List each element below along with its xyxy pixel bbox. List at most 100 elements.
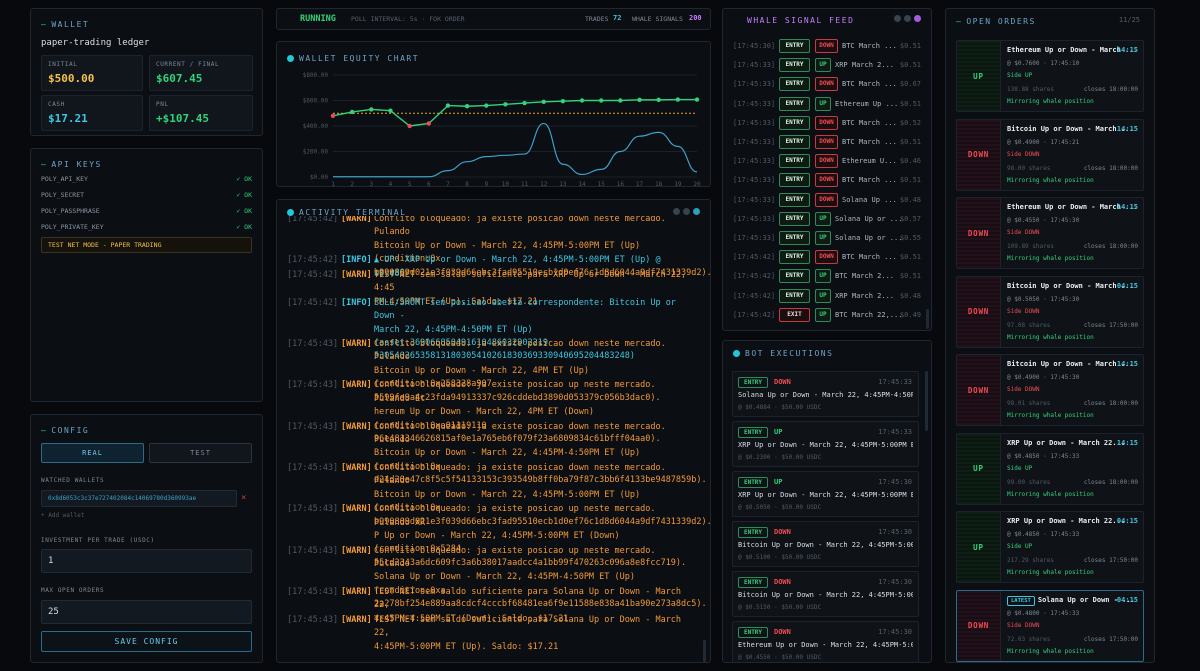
bot-execution-list[interactable]: ENTRY DOWN 17:45:33 Solana Up or Down - Mar…: [723, 371, 931, 662]
signal-side-badge: UP: [815, 96, 831, 111]
whale-signal-row[interactable]: [17:45:33] ENTRY UP Solana Up or ... $0.55: [731, 229, 921, 248]
whale-signal-row[interactable]: [17:45:33] ENTRY DOWN Ethereum U... $0.46: [731, 152, 921, 171]
whale-feed-title: WHALE SIGNAL FEED: [747, 16, 855, 25]
log-line: [17:45:42] [WARN] Conflito bloqueado: ja e…: [287, 216, 710, 278]
open-order-card[interactable]: DOWN Bitcoin Up or Down - March ... 14:15 @…: [956, 354, 1144, 426]
signal-side-badge: DOWN: [815, 135, 838, 149]
equity-point: [694, 97, 700, 102]
equity-chart: $0.00$200.00$400.00$600.00$800.001 2 3 4 5 6 7…: [303, 72, 701, 187]
whale-signal-row[interactable]: [17:45:33] ENTRY DOWN BTC March ... $0.52: [731, 114, 921, 133]
order-closes: closes 18:00:00: [1083, 164, 1138, 172]
log-level: [WARN]: [341, 586, 372, 597]
open-orders-list[interactable]: UP Ethereum Up or Down - March ... 14:15 @ …: [946, 40, 1154, 662]
signal-market: Solana Up or ...: [835, 234, 903, 242]
open-order-card[interactable]: DOWN Bitcoin Up or Down - March ... 14:15 @…: [956, 118, 1144, 191]
open-order-card[interactable]: DOWN Ethereum Up or Down - March ... 14:15…: [956, 197, 1144, 269]
log-level: [INFO]: [341, 255, 372, 266]
whale-signal-row[interactable]: [17:45:33] ENTRY DOWN BTC March ... $0.67: [731, 75, 921, 94]
order-mirror-note: Mirroring whale position: [1007, 98, 1094, 105]
execution-time: 17:45:30: [878, 478, 912, 486]
whale-signal-row[interactable]: [17:45:33] ENTRY UP Solana Up or ... $0.57: [731, 210, 921, 229]
save-config-button[interactable]: SAVE CONFIG: [41, 631, 252, 652]
order-time: 14:15: [1116, 360, 1138, 368]
x-tick-label: 7: [446, 181, 450, 187]
signal-side-badge: UP: [815, 307, 831, 322]
investment-input[interactable]: 1: [41, 549, 252, 573]
log-line: [17:45:43] [WARN] Conflito bloqueado: ja e…: [287, 338, 692, 403]
log-line: [17:45:43] [WARN] Conflito bloqueado: ja e…: [287, 379, 692, 444]
signal-price: $0.51: [899, 61, 921, 70]
signal-timestamp: [17:45:42]: [733, 272, 776, 281]
equity-point: [637, 97, 642, 103]
execution-detail: @ $0.4550 · $50.00 USDC: [738, 654, 822, 661]
api-key-row: POLY_SECRET ✓ OK: [41, 191, 252, 199]
signal-market: BTC March ...: [842, 42, 897, 50]
open-order-card[interactable]: UP Ethereum Up or Down - March ... 14:15 @ …: [956, 40, 1144, 112]
log-timestamp: [17:45:42]: [287, 255, 339, 266]
remove-wallet-icon[interactable]: ×: [241, 493, 246, 503]
execution-action-badge: ENTRY: [738, 627, 768, 638]
activity-log[interactable]: [17:45:42] [WARN] Conflito bloqueado: ja e…: [277, 216, 710, 662]
execution-side: UP: [774, 478, 783, 486]
open-order-card[interactable]: UP XRP Up or Down - March 22... 04:15 @ $0.…: [956, 511, 1144, 583]
add-wallet-link[interactable]: + Add wallet: [41, 512, 84, 519]
signal-market: BTC March 2...: [835, 272, 895, 281]
whale-signal-row[interactable]: [17:45:33] ENTRY UP Ethereum Up ... $0.51: [731, 95, 921, 114]
log-timestamp: [17:45:42]: [287, 297, 339, 308]
signal-timestamp: [17:45:33]: [733, 99, 776, 108]
signal-timestamp: [17:45:33]: [733, 61, 776, 70]
max-orders-input[interactable]: 25: [41, 600, 252, 624]
x-tick-label: 17: [636, 181, 644, 187]
signal-market: BTC March ...: [842, 138, 897, 146]
executions-scrollbar[interactable]: [925, 371, 928, 431]
equity-point: [579, 98, 585, 103]
cash-value: $17.21: [48, 112, 88, 125]
open-order-card[interactable]: DOWN Bitcoin Up or Down - March ... 04:15 @…: [956, 275, 1144, 348]
whale-signal-row[interactable]: [17:45:42] ENTRY UP XRP March 2... $0.48: [731, 287, 921, 306]
api-keys-title: — API KEYS: [41, 160, 102, 169]
whale-signal-row[interactable]: [17:45:33] ENTRY UP XRP March 2... $0.51: [731, 56, 921, 75]
execution-card[interactable]: ENTRY DOWN 17:45:30 Bitcoin Up or Down - Ma…: [732, 571, 919, 617]
execution-card[interactable]: ENTRY UP 17:45:33 XRP Up or Down - March 22…: [732, 421, 919, 467]
whale-signal-list[interactable]: [17:45:30] ENTRY DOWN BTC March ... $0.51 [17…: [723, 37, 931, 330]
order-shares: 98.00 shares: [1007, 164, 1051, 172]
log-timestamp: [17:45:43]: [287, 586, 339, 597]
whale-signal-row[interactable]: [17:45:42] ENTRY DOWN BTC March ... $0.51: [731, 248, 921, 267]
log-level: [INFO]: [341, 297, 372, 308]
test-mode-button[interactable]: TEST: [149, 443, 252, 463]
execution-action-badge: ENTRY: [738, 377, 768, 388]
order-price: @ $0.7600 · 17:45:10: [1007, 60, 1080, 67]
signal-market: BTC March 22,...: [835, 310, 903, 319]
real-mode-button[interactable]: REAL: [41, 443, 144, 463]
signal-timestamp: [17:45:33]: [733, 80, 776, 89]
activity-scrollbar[interactable]: [703, 640, 706, 662]
whale-signal-row[interactable]: [17:45:33] ENTRY DOWN BTC March ... $0.51: [731, 133, 921, 152]
order-side: UP: [957, 41, 1001, 111]
signal-price: $0.51: [899, 42, 921, 50]
log-message: TEST NET sem saldo suficiente para Solan…: [374, 614, 682, 652]
execution-detail: @ $0.5050 · $50.00 USDC: [738, 504, 822, 511]
wallet-subtitle: paper-trading ledger: [41, 38, 150, 48]
x-tick-label: 3: [370, 181, 374, 187]
signal-price: $0.46: [899, 157, 921, 166]
execution-card[interactable]: ENTRY DOWN 17:45:33 Solana Up or Down - Mar…: [732, 371, 919, 417]
open-order-card[interactable]: DOWN LATEST Solana Up or Down - ... 04:15 @ …: [956, 589, 1144, 662]
signal-timestamp: [17:45:33]: [733, 234, 776, 242]
equity-point: [445, 103, 451, 108]
execution-card[interactable]: ENTRY UP 17:45:30 XRP Up or Down - March 22…: [732, 471, 919, 517]
watched-wallet-input[interactable]: 0x8d6053c3c37e727402084c14069780d360993a…: [41, 490, 237, 507]
execution-card[interactable]: ENTRY DOWN 17:45:30 Bitcoin Up or Down - Ma…: [732, 521, 919, 567]
x-tick-label: 19: [674, 181, 682, 187]
whale-scrollbar[interactable]: [926, 309, 929, 329]
whale-signal-row[interactable]: [17:45:33] ENTRY DOWN BTC March ... $0.51: [731, 171, 921, 190]
order-shares: 217.29 shares: [1007, 557, 1054, 564]
order-shares: 97.08 shares: [1007, 321, 1051, 329]
whale-signal-row[interactable]: [17:45:42] EXIT UP BTC March 22,... $0.49: [731, 306, 921, 325]
execution-card[interactable]: ENTRY DOWN 17:45:30 Ethereum Up or Down - M…: [732, 621, 919, 662]
whale-signal-row[interactable]: [17:45:42] ENTRY UP BTC March 2... $0.51: [731, 267, 921, 286]
signal-price: $0.67: [899, 80, 921, 89]
whale-signal-row[interactable]: [17:45:33] ENTRY DOWN Solana Up ... $0.48: [731, 191, 921, 210]
whale-signal-row[interactable]: [17:45:30] ENTRY DOWN BTC March ... $0.51: [731, 37, 921, 56]
open-order-card[interactable]: UP XRP Up or Down - March 22... 14:15 @ $0.…: [956, 432, 1144, 505]
y-tick-label: $400.00: [303, 123, 329, 130]
